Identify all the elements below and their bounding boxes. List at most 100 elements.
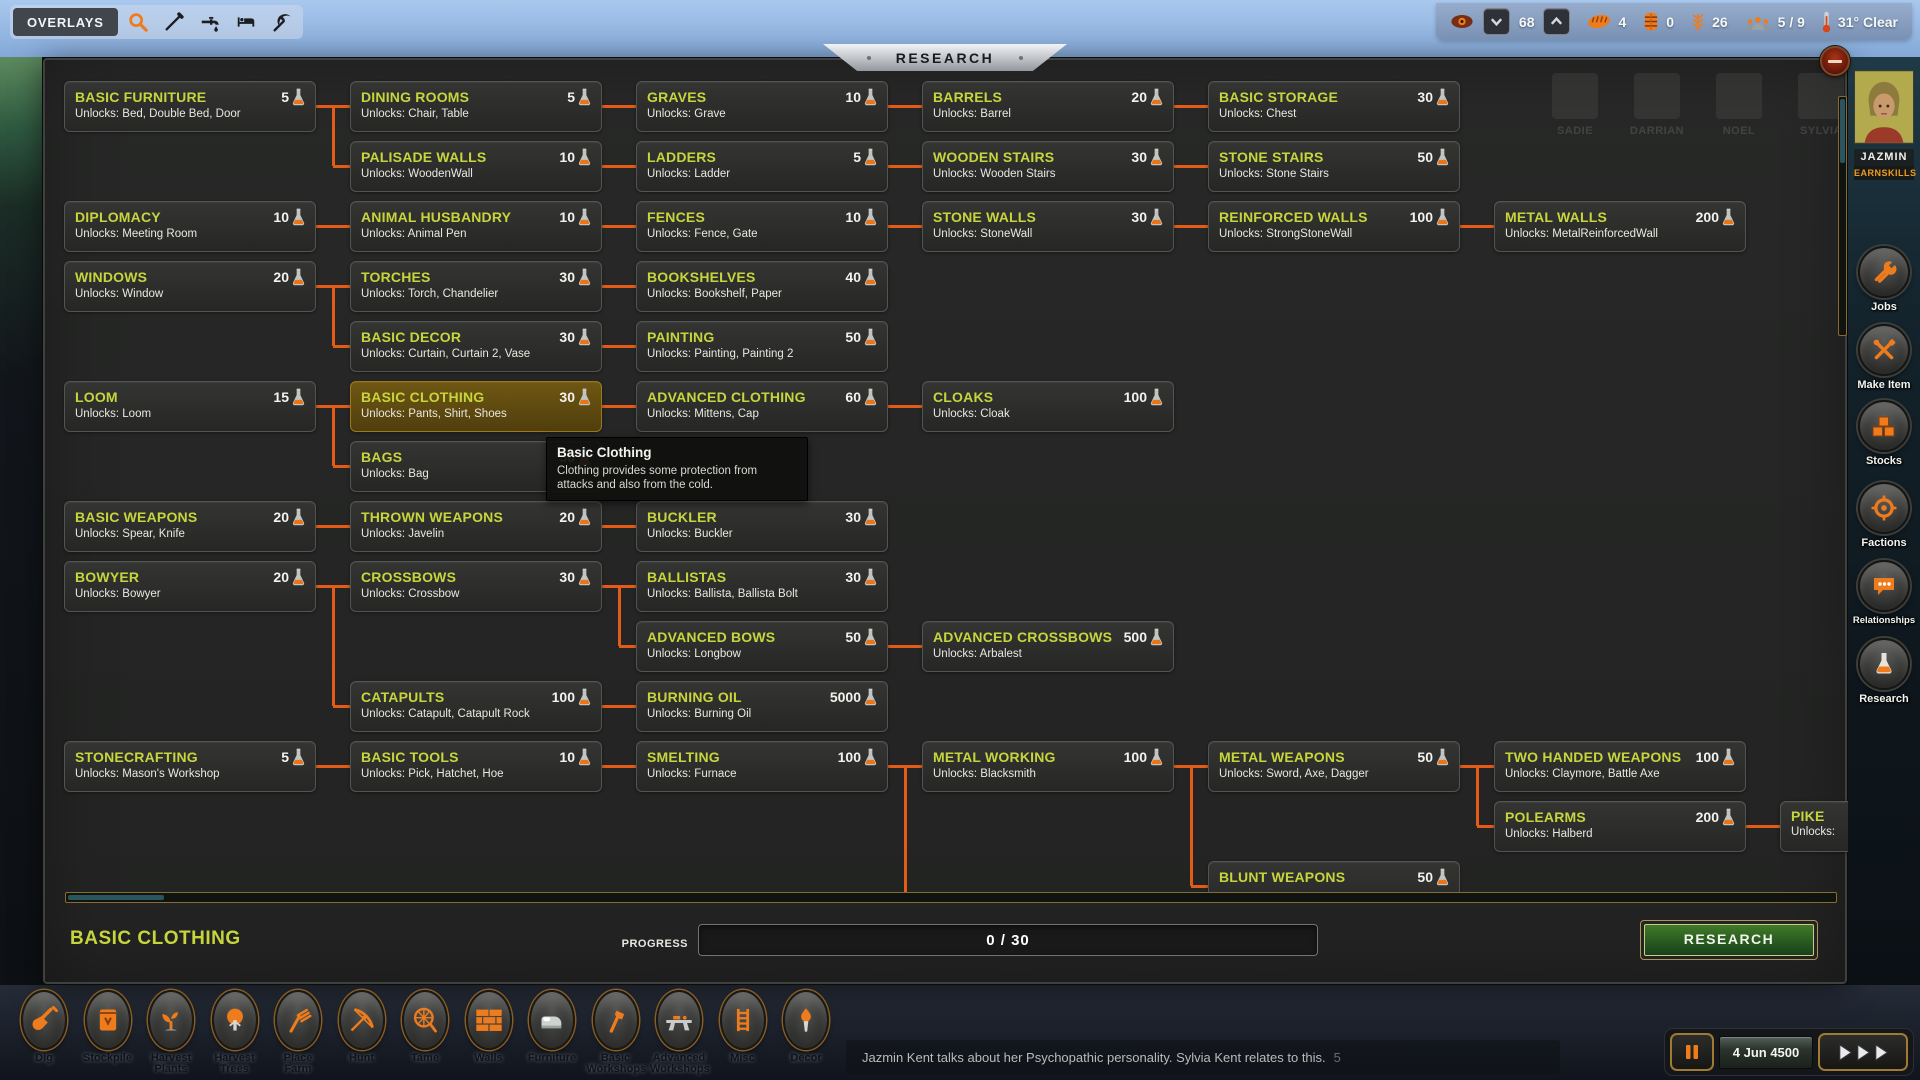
research-node-basic-furniture[interactable]: BASIC FURNITURE 5 Unlocks: Bed, Double Bed… [64, 81, 316, 132]
depth-down-button[interactable] [1482, 8, 1510, 35]
toolbar-furniture[interactable]: Furniture [523, 990, 581, 1064]
horizontal-scrollbar-thumb[interactable] [68, 895, 164, 900]
node-title: METAL WALLS [1505, 209, 1608, 225]
tree-connector [617, 586, 621, 646]
research-node-cloaks[interactable]: CLOAKS 100 Unlocks: Cloak [922, 381, 1174, 432]
research-node-bookshelves[interactable]: BOOKSHELVES 40 Unlocks: Bookshelf, Paper [636, 261, 888, 312]
node-cost: 200 [1696, 208, 1735, 226]
visibility-eye-icon[interactable] [1450, 14, 1474, 29]
toolbar-walls[interactable]: Walls [460, 990, 518, 1064]
horizontal-scrollbar[interactable] [65, 892, 1837, 903]
research-node-burning-oil[interactable]: BURNING OIL 5000 Unlocks: Burning Oil [636, 681, 888, 732]
research-node-metal-weapons[interactable]: METAL WEAPONS 50 Unlocks: Sword, Axe, Dagg… [1208, 741, 1460, 792]
research-button[interactable]: RESEARCH [1640, 920, 1818, 960]
pickaxe-tool-button[interactable] [264, 8, 300, 36]
research-node-basic-storage[interactable]: BASIC STORAGE 30 Unlocks: Chest [1208, 81, 1460, 132]
close-button[interactable] [1820, 46, 1850, 76]
vertical-scrollbar[interactable] [1838, 96, 1847, 336]
node-unlocks: Unlocks: [1791, 826, 1836, 838]
research-node-basic-decor[interactable]: BASIC DECOR 30 Unlocks: Curtain, Curtain 2… [350, 321, 602, 372]
tree-connector [316, 224, 350, 228]
toolbar-harvest-plants[interactable]: Harvest Plants [142, 990, 200, 1075]
research-node-stonecrafting[interactable]: STONECRAFTING 5 Unlocks: Mason's Workshop [64, 741, 316, 792]
research-node-smelting[interactable]: SMELTING 100 Unlocks: Furnace [636, 741, 888, 792]
research-node-dining-rooms[interactable]: DINING ROOMS 5 Unlocks: Chair, Table [350, 81, 602, 132]
toolbar-basic-workshops[interactable]: Basic Workshops [587, 990, 646, 1075]
research-node-advanced-clothing[interactable]: ADVANCED CLOTHING 60 Unlocks: Mittens, Cap [636, 381, 888, 432]
toolbar-tame[interactable]: Tame [396, 990, 454, 1064]
research-node-bowyer[interactable]: BOWYER 20 Unlocks: Bowyer [64, 561, 316, 612]
research-node-graves[interactable]: GRAVES 10 Unlocks: Grave [636, 81, 888, 132]
research-node-basic-clothing[interactable]: BASIC CLOTHING 30 Unlocks: Pants, Shirt, S… [350, 381, 602, 432]
research-node-barrels[interactable]: BARRELS 20 Unlocks: Barrel [922, 81, 1174, 132]
research-node-stone-stairs[interactable]: STONE STAIRS 50 Unlocks: Stone Stairs [1208, 141, 1460, 192]
toolbar-decor[interactable]: Decor [777, 990, 835, 1064]
toolbar-dig[interactable]: Dig [15, 990, 73, 1064]
play-speed-3-button[interactable] [1874, 1043, 1889, 1061]
faucet-tool-button[interactable] [192, 8, 228, 36]
research-node-metal-working[interactable]: METAL WORKING 100 Unlocks: Blacksmith [922, 741, 1174, 792]
research-node-polearms[interactable]: POLEARMS 200 Unlocks: Halberd [1494, 801, 1746, 852]
sidebar-button-research[interactable]: Research [1848, 638, 1920, 705]
research-node-stone-walls[interactable]: STONE WALLS 30 Unlocks: StoneWall [922, 201, 1174, 252]
research-node-palisade-walls[interactable]: PALISADE WALLS 10 Unlocks: WoodenWall [350, 141, 602, 192]
toolbar-place-farm[interactable]: Place Farm [269, 990, 327, 1075]
toolbar-advanced-workshops[interactable]: Advanced Workshops [650, 990, 710, 1075]
research-node-painting[interactable]: PAINTING 50 Unlocks: Painting, Painting 2 [636, 321, 888, 372]
vertical-scrollbar-thumb[interactable] [1840, 99, 1845, 163]
progress-bar: 0 / 30 [698, 924, 1318, 956]
node-cost-value: 50 [1417, 749, 1433, 765]
research-node-thrown-weapons[interactable]: THROWN WEAPONS 20 Unlocks: Javelin [350, 501, 602, 552]
sidebar-button-jobs[interactable]: Jobs [1848, 246, 1920, 313]
play-speed-1-button[interactable] [1838, 1043, 1853, 1061]
research-node-basic-weapons[interactable]: BASIC WEAPONS 20 Unlocks: Spear, Knife [64, 501, 316, 552]
selected-research-name: BASIC CLOTHING [70, 928, 241, 949]
research-node-crossbows[interactable]: CROSSBOWS 30 Unlocks: Crossbow [350, 561, 602, 612]
research-node-basic-tools[interactable]: BASIC TOOLS 10 Unlocks: Pick, Hatchet, Hoe [350, 741, 602, 792]
toolbar-stockpile[interactable]: Stockpile [79, 990, 137, 1064]
research-node-advanced-crossbows[interactable]: ADVANCED CROSSBOWS 500 Unlocks: Arbalest [922, 621, 1174, 672]
character-portrait[interactable]: JAZMIN EARNSKILLS [1854, 70, 1916, 180]
research-node-advanced-bows[interactable]: ADVANCED BOWS 50 Unlocks: Longbow [636, 621, 888, 672]
research-node-blunt-weapons[interactable]: BLUNT WEAPONS 50 [1208, 861, 1460, 893]
node-title: BASIC CLOTHING [361, 389, 485, 405]
event-message[interactable]: Jazmin Kent talks about her Psychopathic… [846, 1040, 1560, 1074]
play-speed-2-button[interactable] [1856, 1043, 1871, 1061]
jobs-icon [1871, 259, 1897, 285]
magnifier-tool-button[interactable] [120, 8, 156, 36]
toolbar-hunt[interactable]: Hunt [333, 990, 391, 1064]
sidebar-button-relationships[interactable]: Relationships [1848, 560, 1920, 626]
bed-tool-button[interactable] [228, 8, 264, 36]
overlays-button[interactable]: OVERLAYS [13, 8, 118, 36]
research-node-diplomacy[interactable]: DIPLOMACY 10 Unlocks: Meeting Room [64, 201, 316, 252]
research-node-catapults[interactable]: CATAPULTS 100 Unlocks: Catapult, Catapult … [350, 681, 602, 732]
research-node-windows[interactable]: WINDOWS 20 Unlocks: Window [64, 261, 316, 312]
research-node-metal-walls[interactable]: METAL WALLS 200 Unlocks: MetalReinforcedWa… [1494, 201, 1746, 252]
research-node-buckler[interactable]: BUCKLER 30 Unlocks: Buckler [636, 501, 888, 552]
pause-button[interactable] [1670, 1033, 1714, 1071]
sidebar-button-factions[interactable]: Factions [1848, 482, 1920, 549]
node-title: SMELTING [647, 749, 720, 765]
place-farm-icon [284, 1006, 312, 1034]
toolbar-misc[interactable]: Misc [714, 990, 772, 1064]
research-node-loom[interactable]: LOOM 15 Unlocks: Loom [64, 381, 316, 432]
research-tree[interactable]: SADIE DARRIAN NOEL SYLVIA BASIC FURNITURE 5 Un… [42, 57, 1848, 893]
depth-up-button[interactable] [1543, 8, 1571, 35]
sidebar-button-stocks[interactable]: Stocks [1848, 400, 1920, 467]
node-cost-value: 60 [845, 389, 861, 405]
node-cost: 50 [845, 628, 877, 646]
research-node-two-handed-weapons[interactable]: TWO HANDED WEAPONS 100 Unlocks: Claymore, … [1494, 741, 1746, 792]
brush-tool-button[interactable] [156, 8, 192, 36]
sidebar-button-label: Stocks [1865, 455, 1903, 467]
research-node-fences[interactable]: FENCES 10 Unlocks: Fence, Gate [636, 201, 888, 252]
research-node-pike[interactable]: PIKE Unlocks: [1780, 801, 1848, 852]
research-node-torches[interactable]: TORCHES 30 Unlocks: Torch, Chandelier [350, 261, 602, 312]
research-node-ladders[interactable]: LADDERS 5 Unlocks: Ladder [636, 141, 888, 192]
node-cost-value: 20 [559, 509, 575, 525]
research-node-ballistas[interactable]: BALLISTAS 30 Unlocks: Ballista, Ballista B… [636, 561, 888, 612]
research-node-animal-husbandry[interactable]: ANIMAL HUSBANDRY 10 Unlocks: Animal Pen [350, 201, 602, 252]
research-node-wooden-stairs[interactable]: WOODEN STAIRS 30 Unlocks: Wooden Stairs [922, 141, 1174, 192]
toolbar-harvest-trees[interactable]: Harvest Trees [206, 990, 264, 1075]
sidebar-button-make-item[interactable]: Make Item [1848, 324, 1920, 391]
research-node-reinforced-walls[interactable]: REINFORCED WALLS 100 Unlocks: StrongStoneW… [1208, 201, 1460, 252]
